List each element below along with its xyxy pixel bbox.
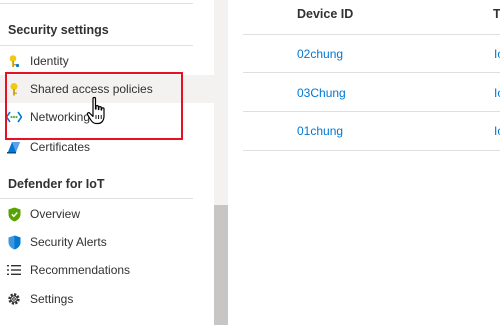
sidebar-item-certificates[interactable]: Certificates (0, 133, 214, 161)
column-header-type[interactable]: T (493, 7, 500, 21)
sidebar-item-label: Recommendations (30, 263, 131, 277)
sidebar-item-settings[interactable]: Settings (0, 285, 214, 313)
section-header-defender: Defender for IoT (8, 177, 105, 191)
sidebar-item-label: Overview (30, 207, 81, 221)
row-divider (243, 111, 500, 112)
gear-icon (6, 291, 22, 307)
device-list-panel: Device ID T 02chung Io 03Chung Io 01chun… (228, 0, 500, 325)
sidebar: Security settings Identity Shared access… (0, 0, 214, 325)
section-divider (0, 45, 193, 46)
hand-cursor-icon (86, 96, 112, 128)
shield-icon (6, 206, 22, 222)
device-link[interactable]: 03Chung (297, 86, 346, 100)
section-divider (0, 198, 193, 199)
shield-alert-icon (6, 234, 22, 250)
column-header-device-id[interactable]: Device ID (297, 7, 353, 21)
header-divider (243, 34, 500, 35)
sidebar-item-label: Shared access policies (30, 82, 153, 96)
certificate-icon (6, 139, 22, 155)
device-type-cell: Io (494, 124, 500, 138)
section-header-security: Security settings (8, 23, 109, 37)
device-link[interactable]: 02chung (297, 47, 343, 61)
sidebar-item-label: Identity (30, 54, 69, 68)
key-icon (6, 81, 22, 97)
sidebar-item-label: Security Alerts (30, 235, 107, 249)
sidebar-item-identity[interactable]: Identity (0, 47, 214, 75)
sidebar-item-label: Settings (30, 292, 74, 306)
top-divider (0, 3, 193, 4)
networking-icon (6, 109, 22, 125)
device-link[interactable]: 01chung (297, 124, 343, 138)
row-divider (243, 72, 500, 73)
sidebar-item-label: Certificates (30, 140, 91, 154)
sidebar-item-label: Networking (30, 110, 91, 124)
sidebar-item-security-alerts[interactable]: Security Alerts (0, 228, 214, 256)
key-icon (6, 53, 22, 69)
sidebar-item-overview[interactable]: Overview (0, 200, 214, 228)
row-divider (243, 150, 500, 151)
device-type-cell: Io (494, 86, 500, 100)
sidebar-item-recommendations[interactable]: Recommendations (0, 256, 214, 284)
sidebar-scrollbar-thumb[interactable] (214, 205, 228, 325)
list-icon (6, 262, 22, 278)
device-type-cell: Io (494, 47, 500, 61)
